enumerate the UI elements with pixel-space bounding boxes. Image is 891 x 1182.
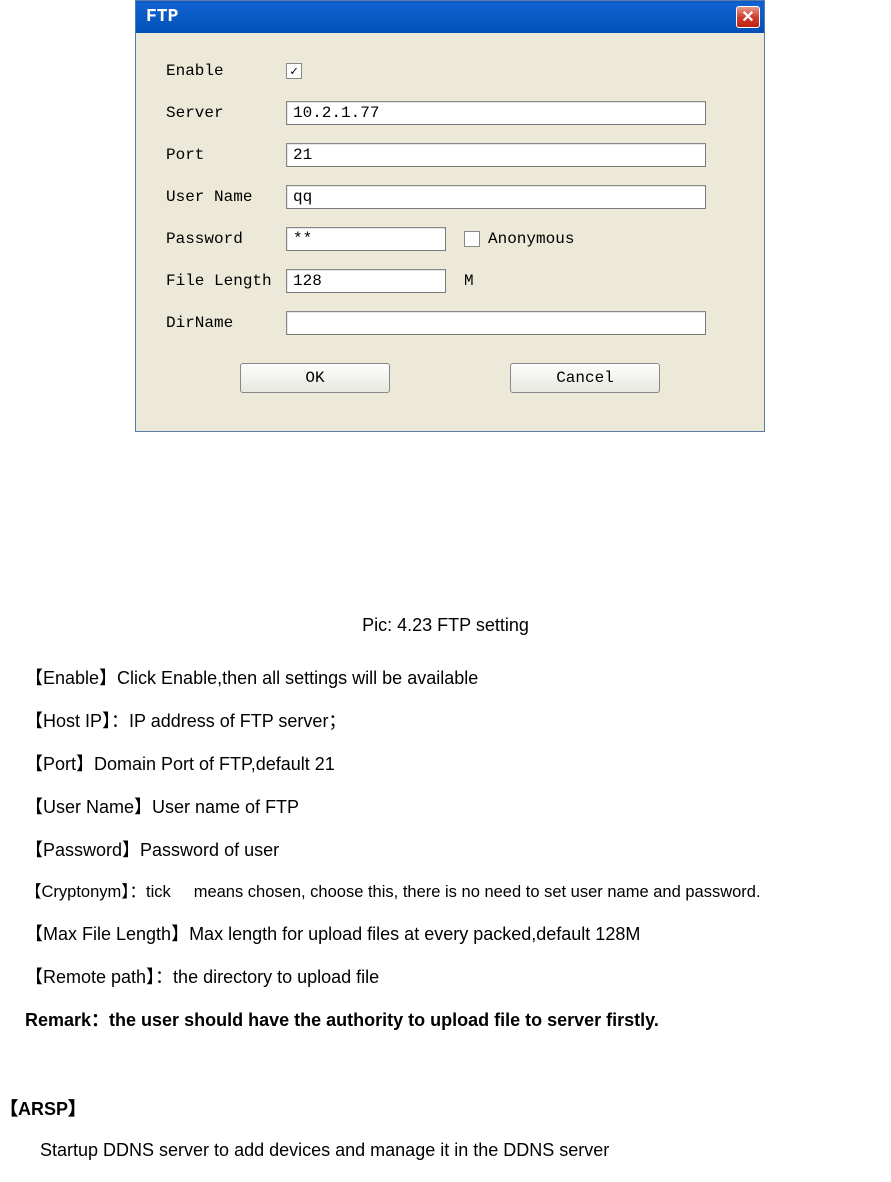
label-port: Port <box>166 146 286 164</box>
description-block: 【Enable】Click Enable,then all settings w… <box>25 665 880 1048</box>
desc-hostip: 【Host IP】：IP address of FTP server； <box>25 708 880 735</box>
button-row: OK Cancel <box>166 351 734 421</box>
filelength-unit: M <box>464 272 474 290</box>
arsp-text: Startup DDNS server to add devices and m… <box>40 1140 609 1161</box>
enable-checkbox[interactable]: ✓ <box>286 63 302 79</box>
port-input[interactable] <box>286 143 706 167</box>
row-port: Port <box>166 141 734 169</box>
desc-cryptonym: 【Cryptonym】：tick means chosen, choose th… <box>25 880 880 905</box>
remark-mid: should <box>184 1010 243 1030</box>
desc-cryptonym-pre: 【Cryptonym】：tick <box>25 883 171 901</box>
dialog-title: FTP <box>146 7 178 27</box>
label-dirname: DirName <box>166 314 286 332</box>
row-enable: Enable ✓ <box>166 57 734 85</box>
desc-password: 【Password】Password of user <box>25 837 880 864</box>
label-enable: Enable <box>166 62 286 80</box>
desc-username: 【User Name】User name of FTP <box>25 794 880 821</box>
password-input[interactable] <box>286 227 446 251</box>
row-password: Password Anonymous <box>166 225 734 253</box>
desc-enable: 【Enable】Click Enable,then all settings w… <box>25 665 880 692</box>
username-input[interactable] <box>286 185 706 209</box>
row-username: User Name <box>166 183 734 211</box>
remark-pre: Remark：the user <box>25 1010 184 1030</box>
dirname-input[interactable] <box>286 311 706 335</box>
anonymous-group: Anonymous <box>464 230 574 248</box>
desc-remotepath: 【Remote path】：the directory to upload fi… <box>25 964 880 991</box>
arsp-heading: 【ARSP】 <box>0 1095 86 1121</box>
desc-remark: Remark：the user should have the authorit… <box>25 1007 880 1034</box>
server-input[interactable] <box>286 101 706 125</box>
ftp-dialog: FTP ✕ Enable ✓ Server Port User Name Pas… <box>135 0 765 432</box>
label-password: Password <box>166 230 286 248</box>
remark-post: have the authority to upload file to ser… <box>243 1010 659 1030</box>
cancel-button[interactable]: Cancel <box>510 363 660 393</box>
filelength-input[interactable] <box>286 269 446 293</box>
row-dirname: DirName <box>166 309 734 337</box>
figure-caption: Pic: 4.23 FTP setting <box>0 615 891 636</box>
row-server: Server <box>166 99 734 127</box>
label-username: User Name <box>166 188 286 206</box>
desc-cryptonym-post: means chosen, choose this, there is no n… <box>194 883 761 901</box>
titlebar: FTP ✕ <box>136 1 764 33</box>
label-server: Server <box>166 104 286 122</box>
row-filelength: File Length M <box>166 267 734 295</box>
close-icon: ✕ <box>741 7 754 27</box>
form-body: Enable ✓ Server Port User Name Password … <box>136 33 764 431</box>
close-button[interactable]: ✕ <box>736 6 760 28</box>
label-anonymous: Anonymous <box>488 230 574 248</box>
anonymous-checkbox[interactable] <box>464 231 480 247</box>
desc-maxfile: 【Max File Length】Max length for upload f… <box>25 921 880 948</box>
ok-button[interactable]: OK <box>240 363 390 393</box>
desc-port: 【Port】Domain Port of FTP,default 21 <box>25 751 880 778</box>
label-filelength: File Length <box>166 272 286 290</box>
